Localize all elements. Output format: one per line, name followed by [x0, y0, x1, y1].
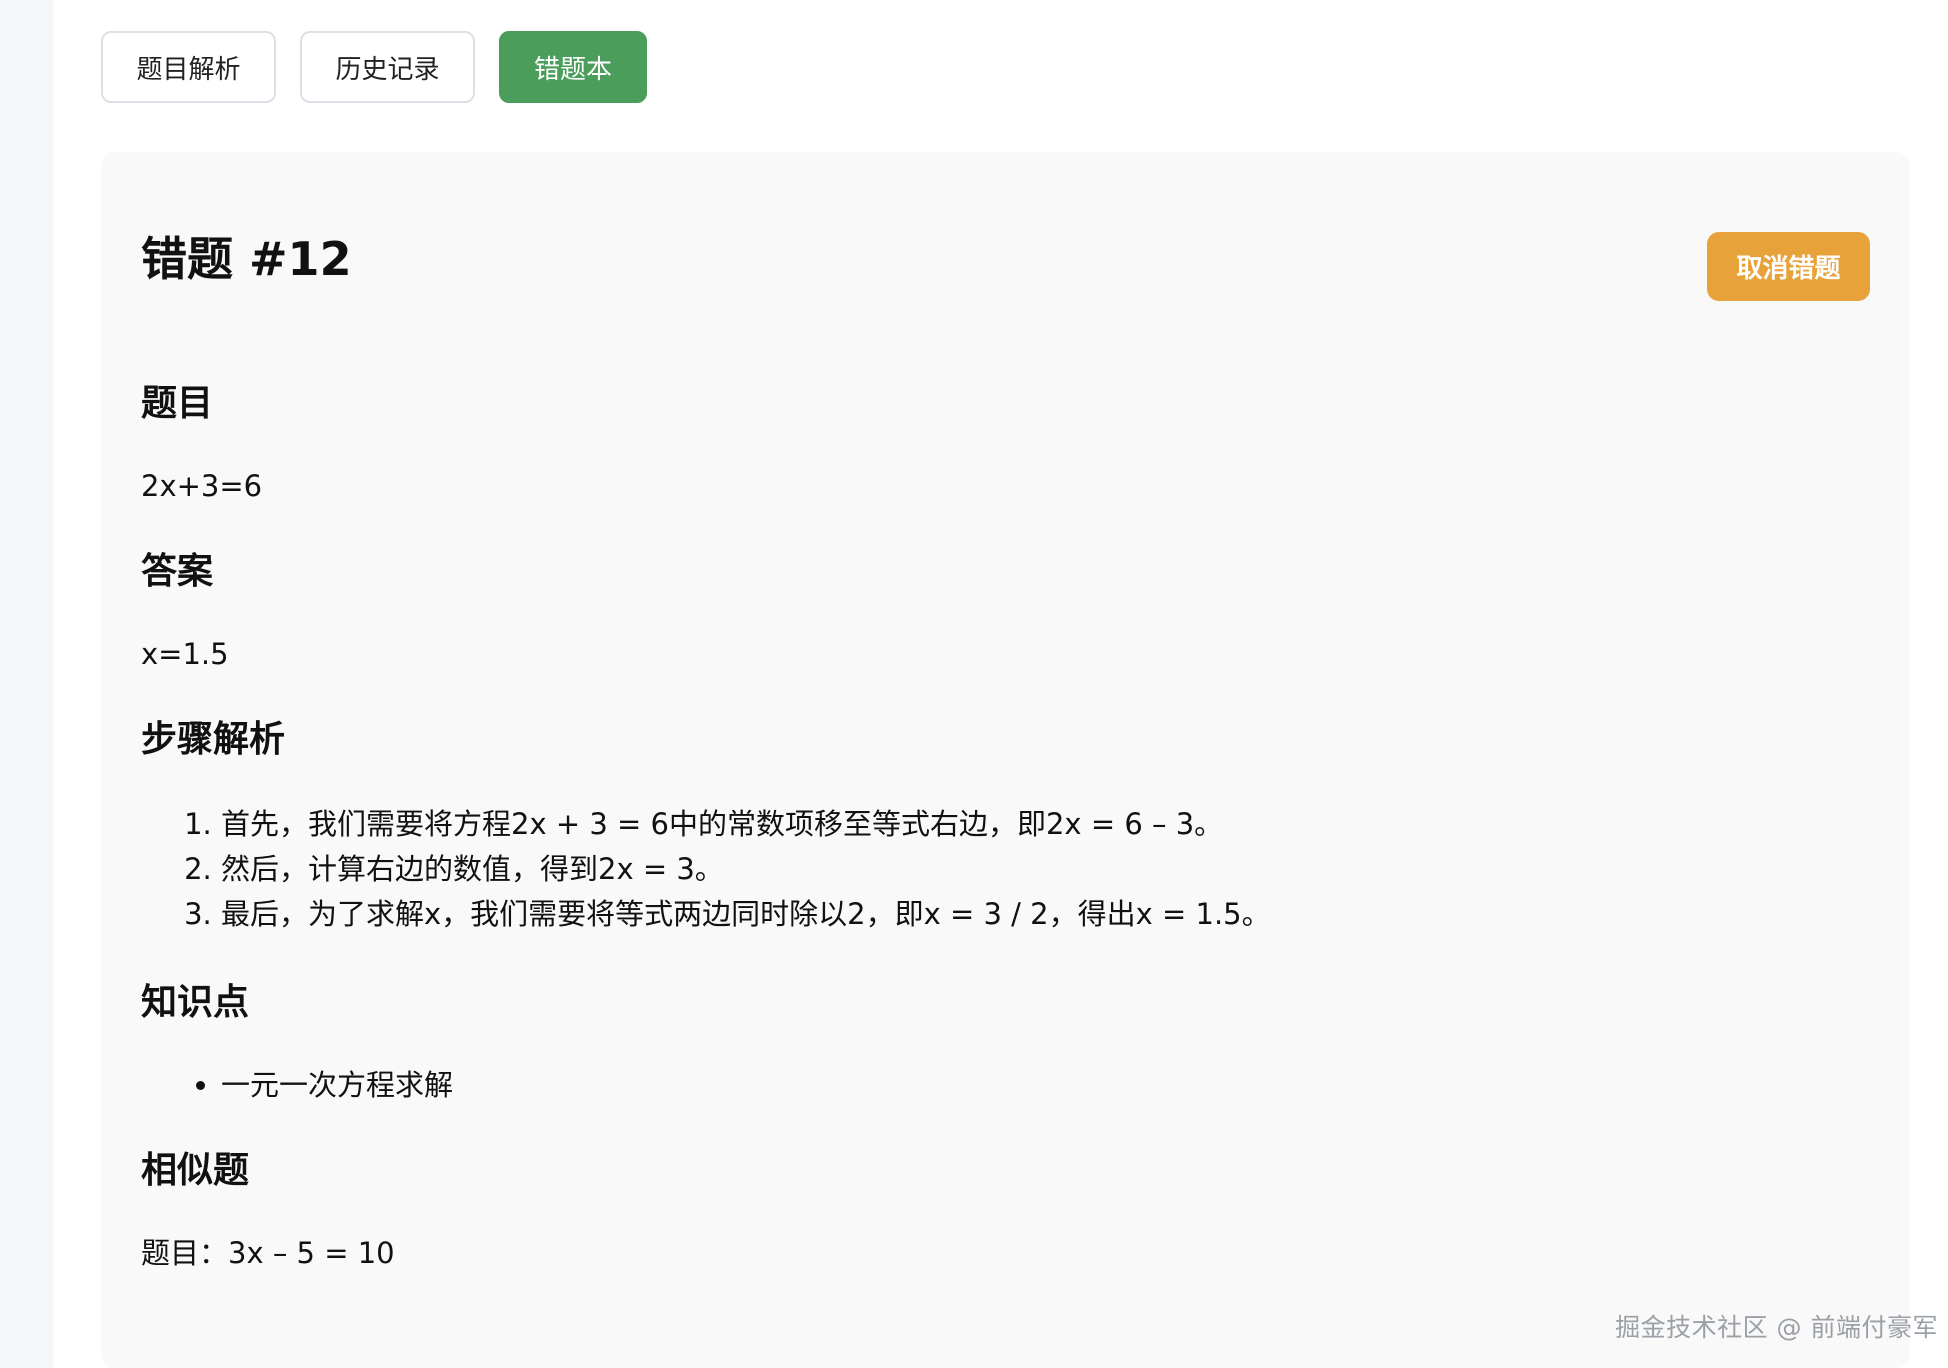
question-text: 2x+3=6 [141, 469, 263, 503]
step-item: 首先，我们需要将方程2x + 3 = 6中的常数项移至等式右边，即2x = 6 … [221, 802, 1841, 847]
steps-list: 首先，我们需要将方程2x + 3 = 6中的常数项移至等式右边，即2x = 6 … [141, 802, 1841, 937]
step-item: 然后，计算右边的数值，得到2x = 3。 [221, 847, 1841, 892]
card-title: 错题 #12 [141, 232, 352, 286]
answer-text: x=1.5 [141, 637, 229, 671]
left-sidebar-strip [0, 0, 53, 1368]
mistake-card: 错题 #12 取消错题 题目 2x+3=6 答案 x=1.5 步骤解析 首先，我… [101, 152, 1910, 1368]
similar-heading: 相似题 [141, 1150, 250, 1191]
tab-bar: 题目解析 历史记录 错题本 [101, 31, 647, 103]
tab-history[interactable]: 历史记录 [300, 31, 475, 103]
knowledge-item: 一元一次方程求解 [221, 1065, 1841, 1105]
question-heading: 题目 [141, 383, 214, 424]
watermark: 掘金技术社区 @ 前端付豪军 [1615, 1313, 1938, 1342]
step-item: 最后，为了求解x，我们需要将等式两边同时除以2，即x = 3 / 2，得出x =… [221, 892, 1841, 937]
cancel-mistake-button[interactable]: 取消错题 [1707, 232, 1870, 301]
card-content: 题目 2x+3=6 答案 x=1.5 步骤解析 首先，我们需要将方程2x + 3… [141, 382, 1841, 1317]
tab-mistake-book[interactable]: 错题本 [499, 31, 647, 103]
knowledge-list: 一元一次方程求解 [141, 1065, 1841, 1105]
steps-heading: 步骤解析 [141, 719, 286, 760]
similar-question: 题目：3x – 5 = 10 [141, 1236, 395, 1270]
answer-heading: 答案 [141, 551, 214, 592]
tab-question-analysis[interactable]: 题目解析 [101, 31, 276, 103]
knowledge-heading: 知识点 [141, 982, 250, 1023]
